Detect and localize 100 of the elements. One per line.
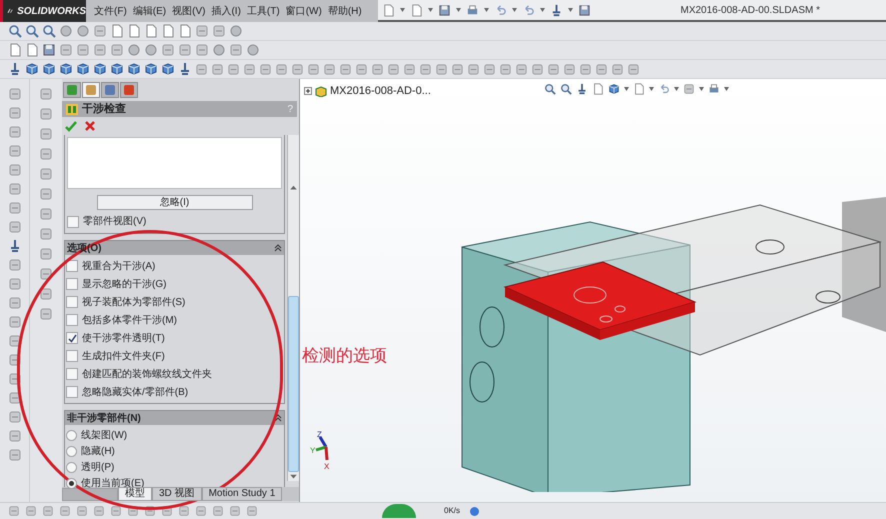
tool-icon[interactable] [8, 87, 22, 101]
zoom-icon[interactable] [25, 24, 39, 38]
tool-icon[interactable] [161, 43, 175, 57]
sphere-icon[interactable] [76, 24, 90, 38]
tool-icon[interactable] [467, 62, 480, 76]
tool-icon[interactable] [39, 267, 53, 281]
tool-icon[interactable] [93, 505, 105, 517]
printer-icon[interactable] [708, 83, 720, 95]
tree-item[interactable]: MX2016-008-AD-0... [330, 83, 431, 100]
tool-icon[interactable] [25, 505, 37, 517]
checkbox[interactable] [66, 296, 78, 308]
document-icon[interactable] [633, 83, 645, 95]
menu-item[interactable]: 插入(I) [211, 4, 241, 18]
sphere-icon[interactable] [212, 43, 226, 57]
checkbox[interactable] [66, 332, 78, 344]
cube-icon[interactable] [144, 62, 158, 76]
tool-icon[interactable] [195, 43, 209, 57]
scroll-up-icon[interactable] [288, 183, 299, 192]
radio-button[interactable] [66, 430, 77, 440]
tool-icon[interactable] [246, 505, 258, 517]
tool-icon[interactable] [8, 182, 22, 196]
document-icon[interactable] [410, 4, 423, 16]
sphere-icon[interactable] [59, 24, 73, 38]
tool-icon[interactable] [110, 43, 124, 57]
scroll-thumb[interactable] [288, 296, 299, 472]
tool-icon[interactable] [611, 62, 624, 76]
panel-tab[interactable] [63, 82, 81, 98]
tool-icon[interactable] [178, 43, 192, 57]
panel-tab[interactable] [101, 82, 119, 98]
tool-icon[interactable] [39, 307, 53, 321]
tool-icon[interactable] [595, 62, 608, 76]
bottom-tab[interactable]: 3D 视图 [152, 487, 202, 501]
cube-icon[interactable] [25, 62, 39, 76]
tool-icon[interactable] [212, 24, 226, 38]
scrollbar[interactable] [287, 135, 299, 481]
undo-icon[interactable] [658, 83, 670, 95]
caret-icon[interactable] [649, 87, 654, 91]
tool-icon[interactable] [42, 505, 54, 517]
tool-icon[interactable] [683, 83, 695, 95]
checkbox[interactable] [66, 260, 78, 272]
tool-icon[interactable] [499, 62, 512, 76]
tool-icon[interactable] [547, 62, 560, 76]
tool-icon[interactable] [8, 106, 22, 120]
tool-icon[interactable] [212, 505, 224, 517]
tool-icon[interactable] [387, 62, 400, 76]
checkbox[interactable] [66, 368, 78, 380]
tool-icon[interactable] [8, 144, 22, 158]
document-icon[interactable] [127, 24, 141, 38]
tool-icon[interactable] [39, 167, 53, 181]
tool-icon[interactable] [76, 505, 88, 517]
sphere-icon[interactable] [229, 24, 243, 38]
tool-icon[interactable] [8, 448, 22, 462]
tool-icon[interactable] [39, 227, 53, 241]
tool-icon[interactable] [435, 62, 448, 76]
tool-icon[interactable] [339, 62, 352, 76]
menu-item[interactable]: 窗口(W) [286, 4, 322, 18]
tool-icon[interactable] [627, 62, 640, 76]
tool-icon[interactable] [531, 62, 544, 76]
menu-item[interactable]: 工具(T) [246, 4, 280, 18]
tool-icon[interactable] [8, 201, 22, 215]
caret-icon[interactable] [540, 8, 545, 12]
cancel-icon[interactable] [85, 121, 95, 131]
cube-icon[interactable] [608, 83, 620, 95]
caret-icon[interactable] [456, 8, 461, 12]
zoom-icon[interactable] [8, 24, 22, 38]
cube-icon[interactable] [42, 62, 56, 76]
menu-item[interactable]: 编辑(E) [132, 4, 166, 18]
tool-icon[interactable] [275, 62, 288, 76]
caret-icon[interactable] [512, 8, 517, 12]
sphere-icon[interactable] [127, 43, 141, 57]
tool-icon[interactable] [178, 505, 190, 517]
tool-icon[interactable] [39, 187, 53, 201]
document-icon[interactable] [592, 83, 604, 95]
tool-icon[interactable] [8, 315, 22, 329]
radio-button[interactable] [66, 478, 77, 488]
document-icon[interactable] [144, 24, 158, 38]
cube-icon[interactable] [76, 62, 90, 76]
tool-icon[interactable] [419, 62, 432, 76]
tool-icon[interactable] [93, 43, 107, 57]
tool-icon[interactable] [515, 62, 528, 76]
checkbox[interactable] [66, 350, 78, 362]
menu-item[interactable]: 视图(V) [172, 4, 206, 18]
document-icon[interactable] [161, 24, 175, 38]
tool-icon[interactable] [229, 505, 241, 517]
tool-icon[interactable] [229, 43, 243, 57]
tool-icon[interactable] [563, 62, 576, 76]
expand-icon[interactable] [304, 87, 312, 96]
tool-icon[interactable] [39, 127, 53, 141]
zoom-icon[interactable] [42, 24, 56, 38]
tool-icon[interactable] [307, 62, 320, 76]
tool-icon[interactable] [39, 87, 53, 101]
tool-icon[interactable] [259, 62, 272, 76]
cube-icon[interactable] [127, 62, 141, 76]
tool-icon[interactable] [8, 163, 22, 177]
checkbox[interactable] [66, 278, 78, 290]
panel-tab[interactable] [120, 82, 138, 98]
radio-button[interactable] [66, 446, 77, 456]
menu-item[interactable]: 文件(F) [94, 4, 127, 18]
zoom-icon[interactable] [544, 83, 556, 95]
caret-icon[interactable] [428, 8, 433, 12]
